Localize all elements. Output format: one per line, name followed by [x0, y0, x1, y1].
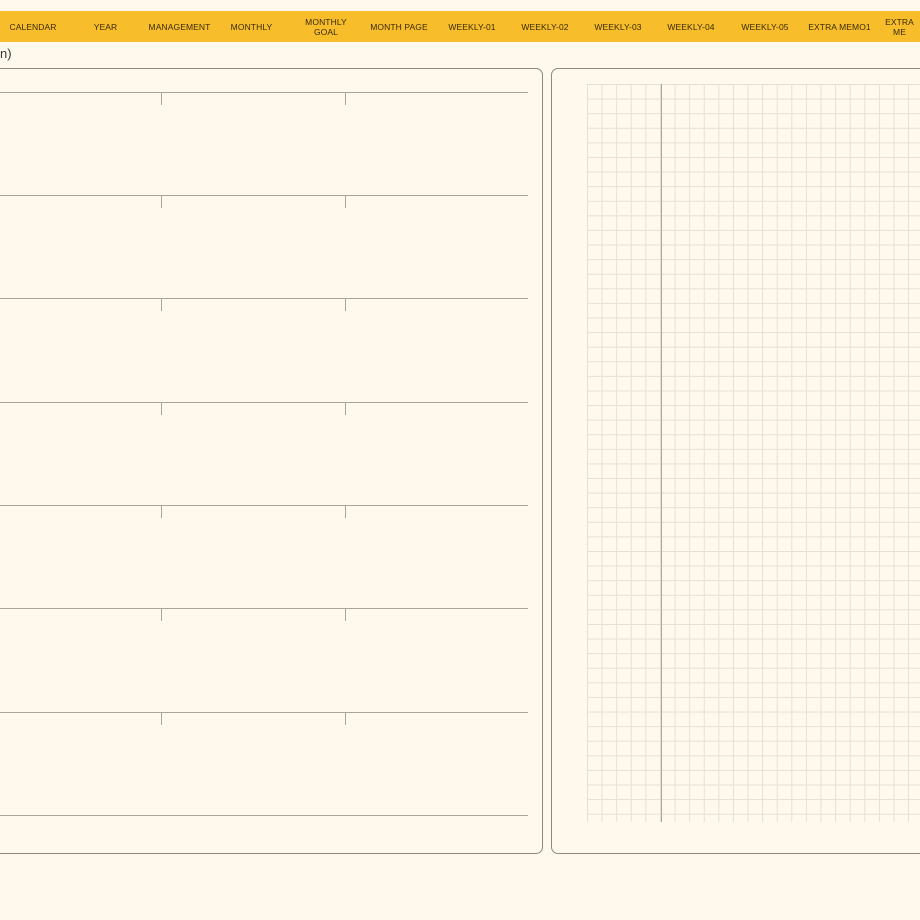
- dot-grid: [587, 84, 920, 822]
- tab-monthly[interactable]: MONTHLY: [218, 11, 285, 42]
- column-tick: [161, 195, 162, 208]
- tab-year[interactable]: YEAR: [72, 11, 139, 42]
- column-tick: [161, 402, 162, 415]
- daily-lined-panel: [0, 68, 543, 854]
- grid-margin-line: [661, 84, 662, 822]
- column-tick: [161, 505, 162, 518]
- tab-weekly-02[interactable]: WEEKLY-02: [510, 11, 580, 42]
- row-rule-line: [0, 505, 528, 506]
- column-tick: [161, 92, 162, 105]
- tab-weekly-05[interactable]: WEEKLY-05: [729, 11, 801, 42]
- tab-weekly-03[interactable]: WEEKLY-03: [583, 11, 653, 42]
- column-tick: [161, 608, 162, 621]
- top-tab-bar: CALENDAR YEAR MANAGEMENT MONTHLY MONTHLY…: [0, 11, 920, 42]
- column-tick: [345, 608, 346, 621]
- column-tick: [161, 298, 162, 311]
- tab-weekly-01[interactable]: WEEKLY-01: [437, 11, 507, 42]
- row-rule-line: [0, 195, 528, 196]
- tab-extra-memo1[interactable]: EXTRA MEMO1: [803, 11, 876, 42]
- column-tick: [345, 298, 346, 311]
- tab-month-page[interactable]: MONTH PAGE: [364, 11, 434, 42]
- tab-extra-memo2[interactable]: EXTRA ME: [879, 11, 920, 42]
- tab-weekly-04[interactable]: WEEKLY-04: [656, 11, 726, 42]
- row-rule-line: [0, 815, 528, 816]
- row-rule-line: [0, 712, 528, 713]
- tab-calendar[interactable]: CALENDAR: [0, 11, 66, 42]
- column-tick: [345, 195, 346, 208]
- tab-management[interactable]: MANAGEMENT: [143, 11, 216, 42]
- row-rule-line: [0, 402, 528, 403]
- column-tick: [345, 712, 346, 725]
- column-tick: [345, 505, 346, 518]
- page-header-fragment: n): [0, 46, 12, 61]
- row-rule-line: [0, 92, 528, 93]
- tab-monthly-goal[interactable]: MONTHLY GOAL: [291, 11, 361, 42]
- row-rule-line: [0, 298, 528, 299]
- column-tick: [345, 402, 346, 415]
- column-tick: [161, 712, 162, 725]
- row-rule-line: [0, 608, 528, 609]
- column-tick: [345, 92, 346, 105]
